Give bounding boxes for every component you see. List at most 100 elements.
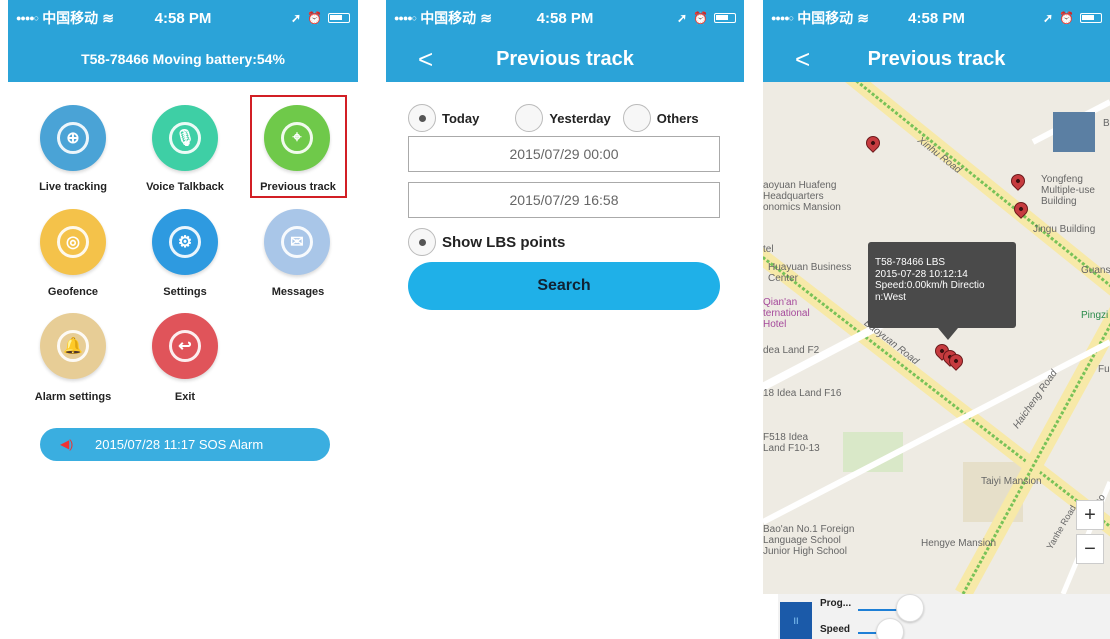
page-title: Previous track [867, 47, 1006, 70]
radio-button-selected[interactable] [408, 104, 436, 132]
status-bar: ●●●●○ 中国移动 ≋ 4:58 PM ➚ ⏰ [8, 0, 358, 36]
voice-talkback-label: Voice Talkback [146, 181, 224, 193]
track-map-screen: ●●●●○ 中国移动 ≋ 4:58 PM ➚ ⏰ < Previous track X… [763, 0, 1110, 639]
exit-button[interactable]: ↩ [152, 313, 218, 379]
back-button[interactable]: < [418, 44, 433, 75]
previous-track-button[interactable]: ⌖ [264, 105, 330, 171]
battery-icon [714, 13, 736, 23]
wifi-icon: ≋ [857, 9, 869, 26]
carrier-label: 中国移动 [42, 10, 99, 26]
map-label: B [1103, 118, 1110, 129]
option-yesterday[interactable]: Yesterday [515, 104, 611, 132]
signal-icon: ●●●●○ [16, 13, 39, 23]
radio-button[interactable] [515, 104, 544, 132]
messages-label: Messages [271, 286, 325, 298]
map-label: Bao'an No.1 Foreign Language School Juni… [763, 524, 855, 557]
carrier-label: 中国移动 [420, 10, 477, 26]
previous-track-query-screen: ●●●●○ 中国移动 ≋ 4:58 PM ➚ ⏰ < Previous track T… [386, 0, 744, 639]
radio-button[interactable] [622, 104, 651, 132]
crosshair-icon: ⊕ [57, 122, 89, 154]
map-label: tel [763, 244, 774, 255]
option-today[interactable]: Today [408, 104, 479, 132]
map-label: Guansh [1081, 265, 1110, 276]
map-label: Hengye Mansion [921, 538, 997, 549]
previous-track-label: Previous track [260, 181, 336, 193]
map-view[interactable]: Xinhu Road Baoyuan Road Haicheng Road Ya… [763, 82, 1110, 594]
target-icon: ◎ [57, 226, 89, 258]
popup-direction-line: n:West [875, 291, 906, 303]
live-tracking-label: Live tracking [39, 181, 107, 193]
map-label: Pingzi [1081, 310, 1109, 321]
location-icon: ➚ [676, 11, 688, 25]
voice-talkback-button[interactable]: 🎙 [152, 105, 218, 171]
location-icon: ➚ [290, 11, 302, 25]
map-label: Qian'an ternational Hotel [763, 297, 810, 330]
signal-icon: ●●●●○ [771, 13, 794, 23]
map-label: F518 Idea Land F10-13 [763, 432, 820, 454]
location-icon: ➚ [1042, 11, 1054, 25]
option-label: Others [656, 110, 699, 126]
map-label: Fu [1098, 364, 1110, 375]
bell-icon: 🔔 [57, 330, 89, 362]
progress-label: Prog... [820, 598, 852, 609]
map-label: Taiyi Mansion [981, 476, 1042, 487]
status-bar: ●●●●○ 中国移动 ≋ 4:58 PM ➚ ⏰ [763, 0, 1110, 36]
pause-button[interactable]: II [780, 602, 812, 639]
zoom-out-button[interactable]: − [1076, 534, 1104, 564]
progress-slider[interactable] [896, 594, 924, 622]
map-label: Huayuan Business Center [768, 262, 852, 284]
date-option-group: Today Yesterday Others [408, 104, 728, 132]
battery-icon [1080, 13, 1102, 23]
map-label: dea Land F2 [763, 345, 820, 356]
battery-icon [328, 13, 350, 23]
device-title: T58-78466 Moving battery:54% [81, 51, 285, 67]
show-lbs-label: Show LBS points [442, 233, 566, 251]
alarm-icon: ⏰ [693, 11, 708, 25]
live-tracking-button[interactable]: ⊕ [40, 105, 106, 171]
page-title: Previous track [496, 47, 634, 70]
title-bar: < Previous track [386, 36, 744, 82]
signal-icon: ●●●●○ [394, 13, 417, 23]
alarm-icon: ⏰ [1059, 11, 1074, 25]
back-button[interactable]: < [795, 44, 810, 75]
popup-time-line: 2015-07-28 10:12:14 [875, 268, 968, 280]
popup-speed-line: Speed:0.00km/h Directio [875, 280, 985, 291]
map-pin-icon: ⌖ [281, 122, 313, 154]
zoom-in-button[interactable]: + [1076, 500, 1104, 530]
speed-label: Speed [820, 624, 851, 635]
home-screen: ●●●●○ 中国移动 ≋ 4:58 PM ➚ ⏰ T58-78466 Moving b… [8, 0, 358, 639]
status-time: 4:58 PM [908, 9, 965, 27]
alarm-settings-button[interactable]: 🔔 [40, 313, 106, 379]
alarm-settings-label: Alarm settings [34, 391, 112, 403]
map-label: Jingu Building [1033, 224, 1096, 235]
show-lbs-toggle[interactable]: Show LBS points [408, 228, 565, 256]
location-info-popup: T58-78466 LBS 2015-07-28 10:12:14 Speed:… [868, 242, 1016, 340]
popup-device-line: T58-78466 LBS [875, 257, 946, 268]
sos-alarm-bar[interactable]: ◀) 2015/07/28 11:17 SOS Alarm [40, 428, 330, 461]
alarm-icon: ⏰ [307, 11, 322, 25]
microphone-icon: 🎙 [169, 122, 201, 154]
status-time: 4:58 PM [536, 9, 594, 27]
header: ●●●●○ 中国移动 ≋ 4:58 PM ➚ ⏰ < Previous track [763, 0, 1110, 82]
geofence-label: Geofence [47, 286, 99, 298]
option-label: Yesterday [549, 110, 611, 126]
radio-button-selected[interactable] [408, 228, 436, 256]
option-others[interactable]: Others [622, 104, 699, 132]
carrier-label: 中国移动 [797, 10, 854, 26]
wifi-icon: ≋ [480, 9, 492, 26]
sos-alarm-text: 2015/07/28 11:17 SOS Alarm [95, 437, 264, 452]
speed-slider[interactable] [876, 618, 904, 639]
settings-label: Settings [163, 286, 207, 298]
gear-icon: ⚙ [169, 226, 201, 258]
start-date-field[interactable]: 2015/07/29 00:00 [408, 136, 720, 172]
messages-button[interactable]: ✉ [264, 209, 330, 275]
header: ●●●●○ 中国移动 ≋ 4:58 PM ➚ ⏰ < Previous track [386, 0, 744, 82]
map-label: aoyuan Huafeng Headquarters onomics Mans… [763, 180, 841, 213]
title-bar: < Previous track [763, 36, 1110, 82]
end-date-field[interactable]: 2015/07/29 16:58 [408, 182, 720, 218]
settings-button[interactable]: ⚙ [152, 209, 218, 275]
geofence-button[interactable]: ◎ [40, 209, 106, 275]
search-button[interactable]: Search [408, 262, 720, 310]
option-label: Today [442, 110, 480, 126]
exit-icon: ↩ [169, 330, 201, 362]
